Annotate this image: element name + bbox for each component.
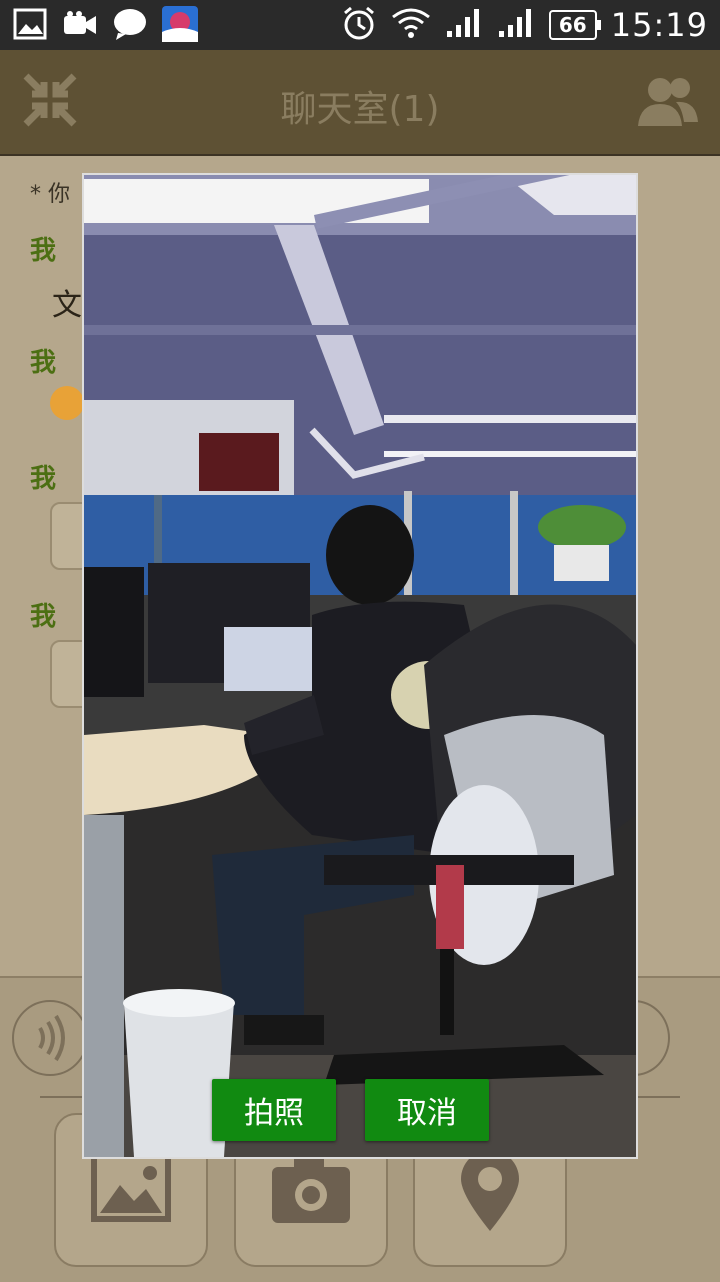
camera-dialog: 拍照 取消 — [82, 173, 638, 1159]
signal-icon — [445, 7, 483, 43]
image-notification-icon — [12, 6, 48, 42]
group-members-icon[interactable] — [636, 72, 700, 132]
emoji-icon — [50, 386, 84, 420]
clock: 15:19 — [610, 6, 708, 44]
status-bar: 66 15:19 — [0, 0, 720, 50]
sender-name: 我 — [30, 602, 57, 632]
signal-icon — [497, 7, 535, 43]
battery-icon: 66 — [548, 10, 601, 40]
app-globe-icon — [162, 6, 198, 42]
voice-input-button[interactable] — [12, 1000, 88, 1076]
system-message: * 你 — [30, 182, 70, 207]
alarm-icon — [341, 5, 377, 45]
page-title: 聊天室(1) — [280, 89, 440, 130]
app-header: 聊天室(1) — [0, 50, 720, 156]
cancel-button[interactable]: 取消 — [365, 1079, 489, 1141]
sender-name: 我 — [30, 464, 57, 494]
camera-preview — [84, 175, 636, 1157]
video-camera-icon — [62, 6, 98, 42]
sender-name: 我 — [30, 348, 57, 378]
wifi-icon — [391, 7, 431, 43]
sender-name: 我 — [30, 236, 57, 266]
message-text: 文 — [52, 288, 82, 323]
battery-level: 66 — [558, 13, 587, 37]
chat-bubble-icon — [112, 6, 148, 42]
take-photo-button[interactable]: 拍照 — [212, 1079, 336, 1141]
